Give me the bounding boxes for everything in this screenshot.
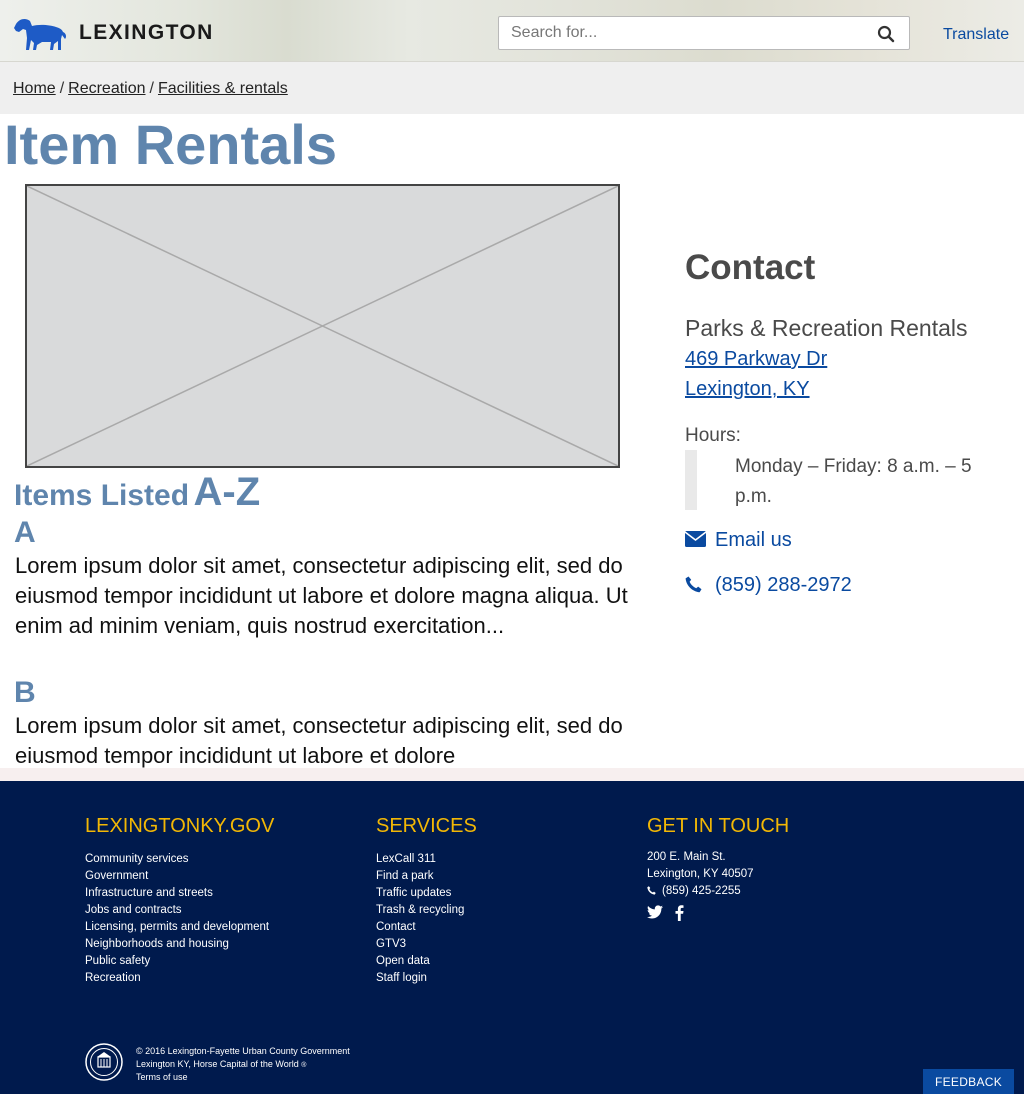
breadcrumb-home[interactable]: Home <box>13 80 56 97</box>
footer-col2-links: LexCall 311 Find a park Traffic updates … <box>376 851 464 987</box>
footer-link[interactable]: Staff login <box>376 972 427 984</box>
footer-tagline: Lexington KY, Horse Capital of the World… <box>136 1059 306 1069</box>
footer-col2-title: SERVICES <box>376 815 477 837</box>
translate-link[interactable]: Translate <box>943 26 1009 44</box>
brand-name[interactable]: LEXINGTON <box>79 21 214 45</box>
footer-link[interactable]: Community services <box>85 853 189 865</box>
hours-text: Monday – Friday: 8 a.m. – 5 p.m. <box>735 456 972 507</box>
breadcrumb-facilities-rentals[interactable]: Facilities & rentals <box>158 80 288 97</box>
address-line2-link[interactable]: Lexington, KY <box>685 378 810 401</box>
envelope-icon <box>684 531 707 552</box>
hours-label: Hours: <box>685 425 741 446</box>
items-heading-text: Items Listed <box>14 479 190 512</box>
footer-phone[interactable]: (859) 425-2255 <box>662 885 741 897</box>
phone-link[interactable]: (859) 288-2972 <box>715 574 852 597</box>
twitter-icon[interactable] <box>647 905 663 921</box>
section-letter-a: A <box>14 516 36 549</box>
city-seal-icon <box>85 1043 123 1081</box>
contact-org: Parks & Recreation Rentals <box>685 315 968 341</box>
phone-icon <box>685 576 702 598</box>
footer-link[interactable]: Government <box>85 870 148 882</box>
page-title: Item Rentals <box>4 113 337 176</box>
section-text-b: Lorem ipsum dolor sit amet, consectetur … <box>15 713 623 768</box>
footer-link[interactable]: Contact <box>376 921 416 933</box>
terms-row: Terms of use <box>136 1072 188 1082</box>
breadcrumb: Home / Recreation / Facilities & rentals <box>0 62 1024 114</box>
address-line1-link[interactable]: 469 Parkway Dr <box>685 348 827 371</box>
footer-col3-title: GET IN TOUCH <box>647 815 790 837</box>
horse-logo-icon[interactable] <box>12 12 68 52</box>
footer-link[interactable]: Traffic updates <box>376 887 451 899</box>
feedback-button[interactable]: FEEDBACK <box>923 1069 1014 1094</box>
footer-link[interactable]: Public safety <box>85 955 150 967</box>
footer-col1-links: Community services Government Infrastruc… <box>85 851 269 987</box>
breadcrumb-recreation[interactable]: Recreation <box>68 80 145 97</box>
footer-link[interactable]: Trash & recycling <box>376 904 464 916</box>
search-icon[interactable] <box>877 25 895 43</box>
hero-image-placeholder <box>25 184 620 468</box>
footer-link[interactable]: Open data <box>376 955 430 967</box>
phone-icon <box>647 886 656 895</box>
copyright-text: © 2016 Lexington-Fayette Urban County Go… <box>136 1046 350 1056</box>
footer-link[interactable]: Recreation <box>85 972 141 984</box>
footer-address-line1: 200 E. Main St. <box>647 851 726 863</box>
tagline-text: Lexington KY, Horse Capital of the World <box>136 1059 299 1069</box>
facebook-icon[interactable] <box>675 905 691 921</box>
section-letter-b: B <box>14 676 36 709</box>
footer-link[interactable]: Licensing, permits and development <box>85 921 269 933</box>
footer-link[interactable]: Infrastructure and streets <box>85 887 213 899</box>
hours-indent-bar <box>685 450 697 510</box>
footer-link[interactable]: Neighborhoods and housing <box>85 938 229 950</box>
footer-col1-title: LEXINGTONKY.GOV <box>85 815 275 837</box>
footer-link[interactable]: LexCall 311 <box>376 853 436 865</box>
site-header: LEXINGTON Translate <box>0 0 1024 62</box>
search-input[interactable] <box>499 17 859 49</box>
search-box <box>498 16 910 50</box>
terms-link[interactable]: Terms of use <box>136 1072 188 1082</box>
section-text-a: Lorem ipsum dolor sit amet, consectetur … <box>15 553 628 638</box>
footer-address-line2: Lexington, KY 40507 <box>647 868 754 880</box>
registered-mark-icon: ® <box>301 1062 307 1069</box>
footer-divider <box>0 768 1024 781</box>
items-listed-heading: Items Listed A-Z <box>14 470 260 515</box>
footer-link[interactable]: Find a park <box>376 870 434 882</box>
items-heading-range: A-Z <box>193 470 261 514</box>
footer-link[interactable]: GTV3 <box>376 938 406 950</box>
site-footer: LEXINGTONKY.GOV Community services Gover… <box>0 781 1024 1094</box>
breadcrumb-separator: / <box>149 80 154 97</box>
footer-link[interactable]: Jobs and contracts <box>85 904 182 916</box>
footer-phone-row[interactable]: (859) 425-2255 <box>647 885 741 897</box>
email-link[interactable]: Email us <box>715 529 792 552</box>
contact-heading: Contact <box>685 248 816 287</box>
breadcrumb-separator: / <box>59 80 65 97</box>
